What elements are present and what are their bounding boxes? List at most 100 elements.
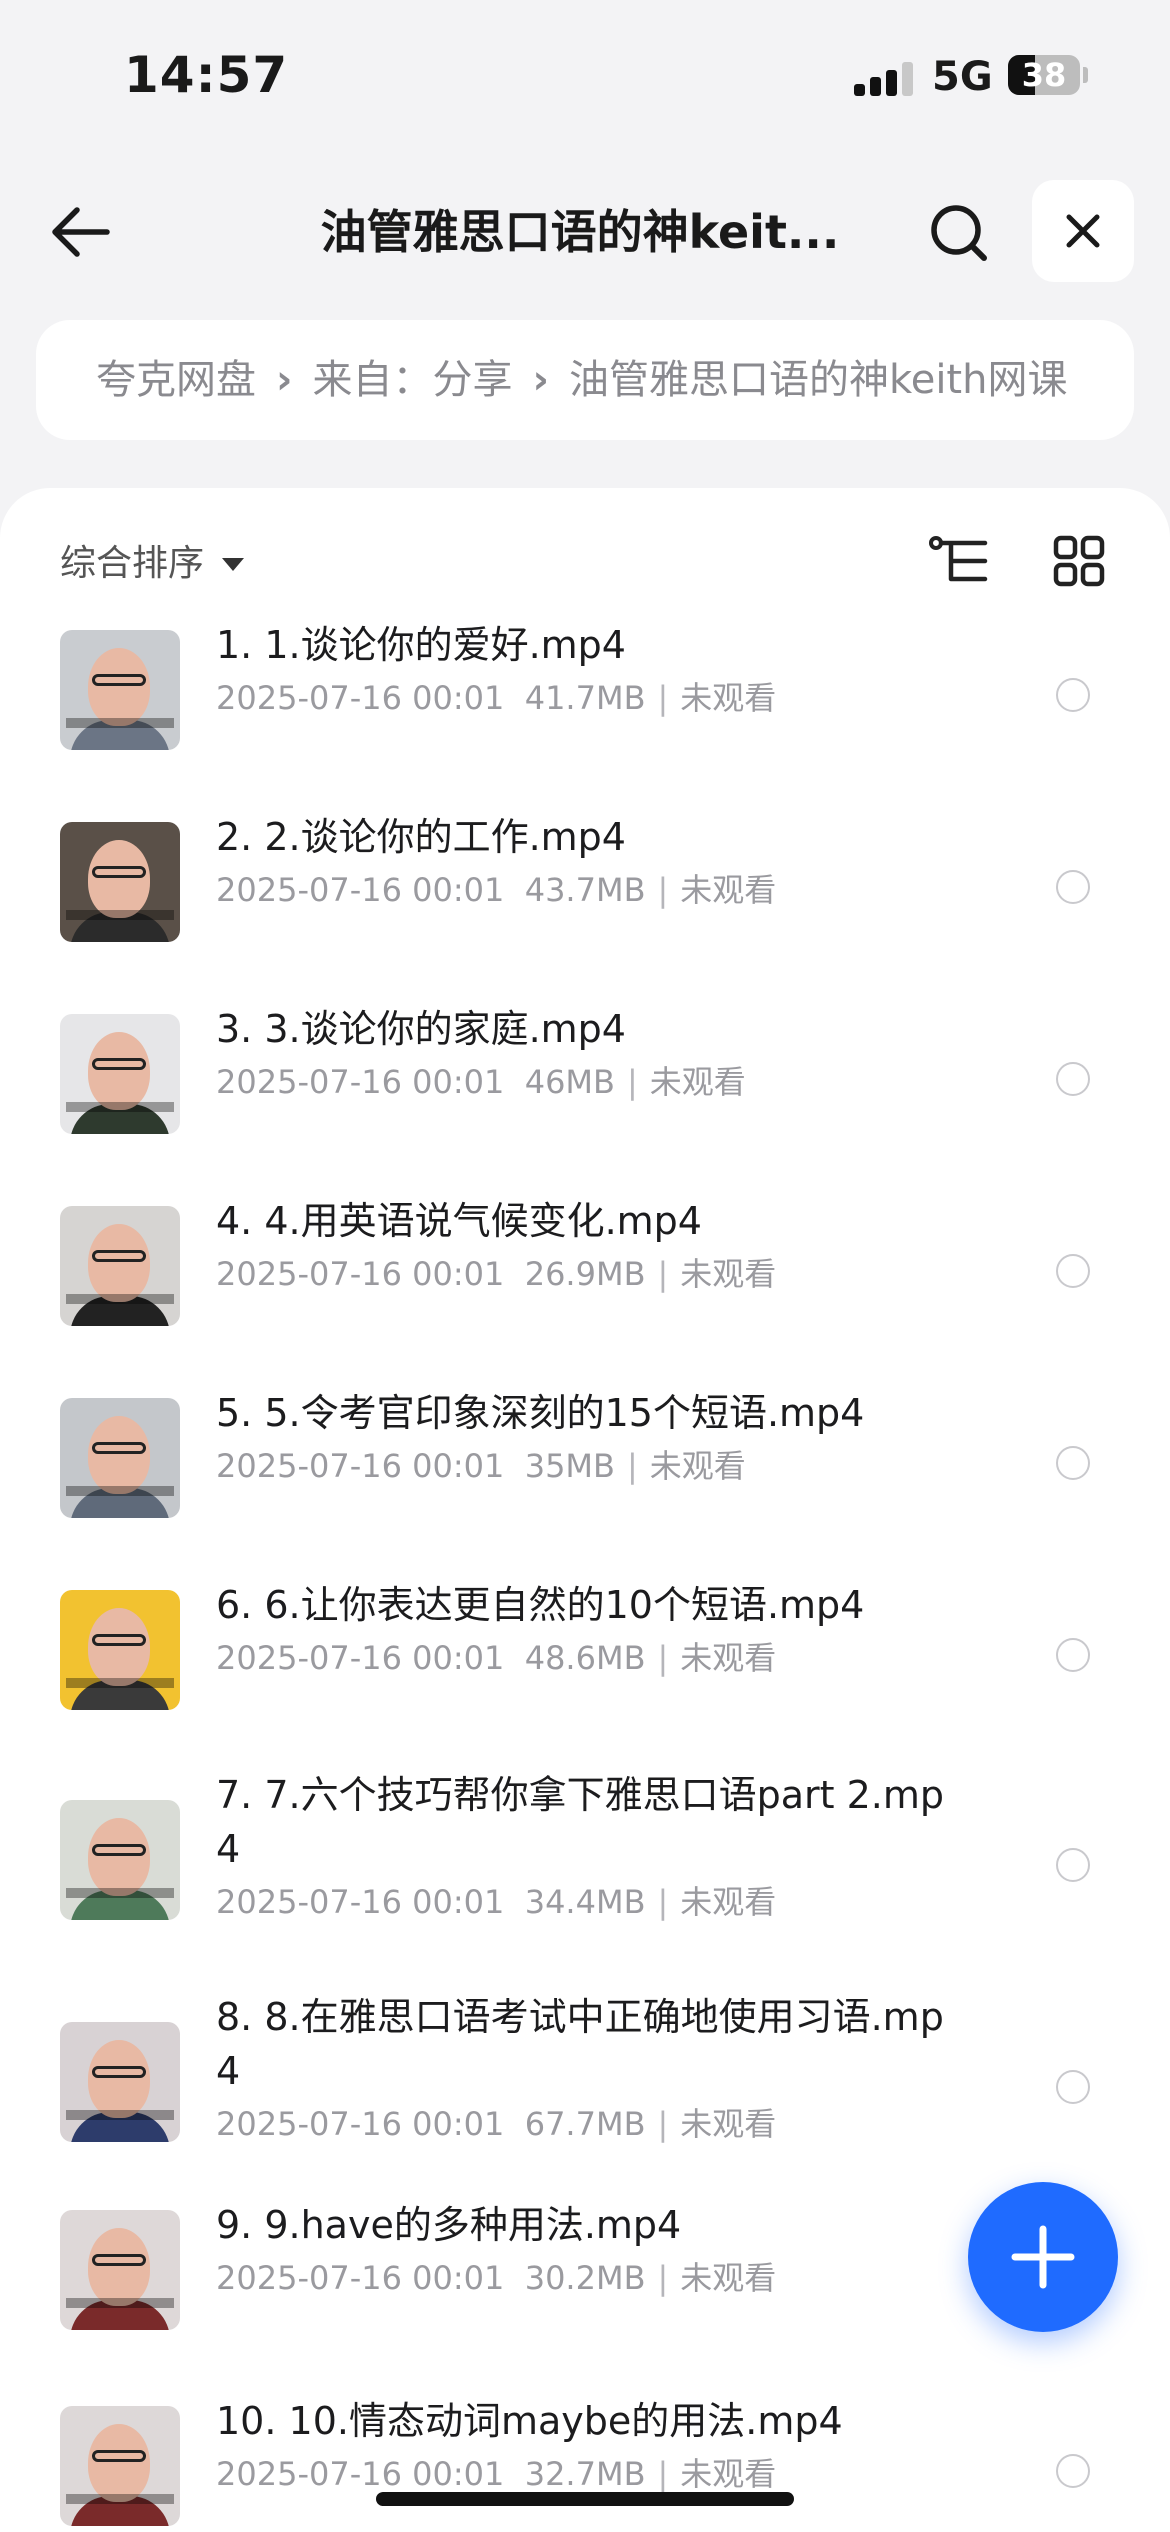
status-time: 14:57 [124, 46, 289, 104]
watch-status: 未观看 [680, 2259, 777, 2297]
home-indicator [376, 2492, 794, 2506]
file-meta: 2025-07-16 00:01 48.6MB | 未观看 [216, 1636, 776, 1680]
select-radio[interactable] [1056, 1062, 1090, 1096]
breadcrumb: 夸克网盘 › 来自：分享 › 油管雅思口语的神keith网课 [36, 320, 1134, 440]
file-meta: 2025-07-16 00:01 26.9MB | 未观看 [216, 1252, 776, 1296]
watch-status: 未观看 [680, 1255, 777, 1293]
file-meta: 2025-07-16 00:01 46MB | 未观看 [216, 1060, 746, 1104]
grid-view-button[interactable] [1046, 528, 1112, 594]
file-size: 43.7MB [524, 871, 646, 909]
video-thumbnail [60, 1800, 180, 1920]
search-icon [931, 205, 987, 261]
meta-divider: | [657, 2259, 669, 2297]
select-radio[interactable] [1056, 2454, 1090, 2488]
watch-status: 未观看 [680, 1639, 777, 1677]
video-thumbnail [60, 1590, 180, 1710]
file-meta: 2025-07-16 00:01 34.4MB | 未观看 [216, 1880, 776, 1924]
breadcrumb-item-root[interactable]: 夸克网盘 [96, 357, 256, 403]
video-thumbnail [60, 1014, 180, 1134]
file-size: 32.7MB [524, 2455, 646, 2493]
tree-icon [929, 536, 988, 582]
file-date: 2025-07-16 00:01 [216, 2455, 505, 2493]
video-thumbnail [60, 2406, 180, 2526]
chevron-right-icon: › [532, 357, 549, 403]
video-thumbnail [60, 630, 180, 750]
file-size: 30.2MB [524, 2259, 646, 2297]
select-radio[interactable] [1056, 678, 1090, 712]
search-button[interactable] [922, 196, 996, 270]
meta-divider: | [657, 1255, 669, 1293]
file-name: 4. 4.用英语说气候变化.mp4 [216, 1199, 702, 1243]
breadcrumb-item-share[interactable]: 来自：分享 [312, 357, 512, 403]
file-date: 2025-07-16 00:01 [216, 1255, 505, 1293]
add-button[interactable] [968, 2182, 1118, 2332]
video-thumbnail [60, 1398, 180, 1518]
file-name: 10. 10.情态动词maybe的用法.mp4 [216, 2399, 843, 2443]
file-size: 41.7MB [524, 679, 646, 717]
meta-divider: | [657, 2455, 669, 2493]
file-meta: 2025-07-16 00:01 35MB | 未观看 [216, 1444, 746, 1488]
watch-status: 未观看 [649, 1063, 746, 1101]
sort-dropdown[interactable]: 综合排序 [60, 534, 245, 594]
select-radio[interactable] [1056, 1638, 1090, 1672]
breadcrumb-item-current[interactable]: 油管雅思口语的神keith网课 [569, 357, 1068, 403]
meta-divider: | [657, 1883, 669, 1921]
watch-status: 未观看 [649, 1447, 746, 1485]
file-name: 2. 2.谈论你的工作.mp4 [216, 815, 626, 859]
signal-icon [854, 62, 916, 96]
video-thumbnail [60, 2022, 180, 2142]
battery-tip [1083, 67, 1088, 83]
caret-down-icon [222, 557, 245, 571]
file-date: 2025-07-16 00:01 [216, 1883, 505, 1921]
file-date: 2025-07-16 00:01 [216, 1063, 505, 1101]
plus-icon [1011, 2225, 1075, 2289]
watch-status: 未观看 [680, 2105, 777, 2143]
file-meta: 2025-07-16 00:01 30.2MB | 未观看 [216, 2256, 776, 2300]
select-radio[interactable] [1056, 1254, 1090, 1288]
select-radio[interactable] [1056, 1446, 1090, 1480]
battery-level: 38 [1021, 56, 1067, 94]
watch-status: 未观看 [680, 1883, 777, 1921]
select-radio[interactable] [1056, 870, 1090, 904]
meta-divider: | [626, 1063, 638, 1101]
file-date: 2025-07-16 00:01 [216, 1447, 505, 1485]
file-name: 8. 8.在雅思口语考试中正确地使用习语.mp4 [216, 1995, 944, 2093]
file-date: 2025-07-16 00:01 [216, 679, 505, 717]
sort-label: 综合排序 [60, 543, 205, 584]
file-name: 9. 9.have的多种用法.mp4 [216, 2203, 682, 2247]
file-name: 3. 3.谈论你的家庭.mp4 [216, 1007, 626, 1051]
file-date: 2025-07-16 00:01 [216, 871, 505, 909]
file-name: 5. 5.令考官印象深刻的15个短语.mp4 [216, 1391, 865, 1435]
file-meta: 2025-07-16 00:01 41.7MB | 未观看 [216, 676, 776, 720]
file-meta: 2025-07-16 00:01 67.7MB | 未观看 [216, 2102, 776, 2146]
tree-view-button[interactable] [926, 528, 992, 594]
close-icon [1066, 214, 1100, 248]
grid-icon [1053, 535, 1105, 587]
page-title: 油管雅思口语的神keit... [320, 205, 840, 259]
video-thumbnail [60, 822, 180, 942]
status-bar: 14:57 5G 38 [0, 0, 1170, 150]
back-button[interactable] [44, 195, 118, 269]
file-date: 2025-07-16 00:01 [216, 2259, 505, 2297]
chevron-right-icon: › [276, 357, 293, 403]
network-type: 5G [932, 54, 993, 100]
file-size: 46MB [524, 1063, 615, 1101]
select-radio[interactable] [1056, 2070, 1090, 2104]
file-date: 2025-07-16 00:01 [216, 2105, 505, 2143]
watch-status: 未观看 [680, 2455, 777, 2493]
file-meta: 2025-07-16 00:01 32.7MB | 未观看 [216, 2452, 776, 2496]
meta-divider: | [657, 871, 669, 909]
file-size: 26.9MB [524, 1255, 646, 1293]
file-size: 67.7MB [524, 2105, 646, 2143]
file-size: 35MB [524, 1447, 615, 1485]
video-thumbnail [60, 1206, 180, 1326]
meta-divider: | [657, 679, 669, 717]
file-size: 48.6MB [524, 1639, 646, 1677]
file-meta: 2025-07-16 00:01 43.7MB | 未观看 [216, 868, 776, 912]
file-name: 7. 7.六个技巧帮你拿下雅思口语part 2.mp4 [216, 1773, 944, 1871]
watch-status: 未观看 [680, 679, 777, 717]
watch-status: 未观看 [680, 871, 777, 909]
file-date: 2025-07-16 00:01 [216, 1639, 505, 1677]
close-button[interactable] [1032, 180, 1134, 282]
select-radio[interactable] [1056, 1848, 1090, 1882]
